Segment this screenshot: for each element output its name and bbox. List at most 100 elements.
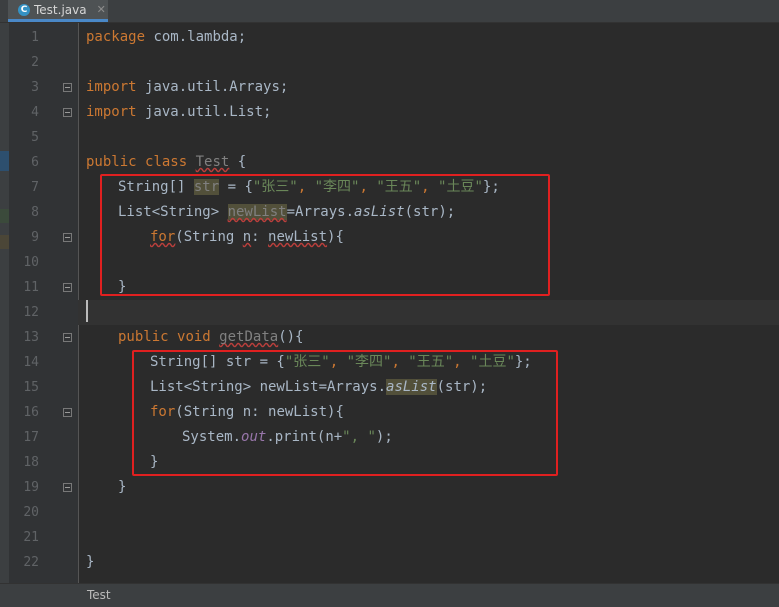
string-literal: "土豆" — [438, 179, 483, 195]
static-field: out — [241, 429, 267, 445]
comma: , — [329, 354, 347, 370]
variable: n — [242, 229, 252, 245]
keyword: public — [86, 154, 137, 170]
code-text: (String n: newList){ — [175, 404, 344, 420]
fold-icon[interactable] — [63, 408, 72, 417]
code-line-3: import java.util.Arrays; — [78, 75, 779, 100]
string-literal: "李四" — [346, 354, 392, 370]
editor-tab-bar: C Test.java ✕ — [0, 0, 779, 23]
variable: newList — [268, 229, 328, 245]
line-number: 16 — [23, 405, 39, 420]
line-number: 4 — [31, 105, 39, 120]
code-text: com.lambda; — [145, 29, 247, 45]
code-text: String[] — [118, 179, 194, 195]
fold-icon[interactable] — [63, 483, 72, 492]
code-text: (str); — [436, 379, 488, 395]
keyword: package — [86, 29, 146, 45]
code-text: (str); — [404, 204, 456, 220]
string-literal: "王五" — [376, 179, 422, 195]
code-text: String[] str = { — [150, 354, 285, 370]
line-number: 22 — [23, 555, 39, 570]
code-line-11: } — [78, 275, 779, 300]
line-number: 15 — [23, 380, 39, 395]
code-line-18: } — [78, 450, 779, 475]
code-text: }; — [482, 179, 500, 195]
code-line-7: String[] str = {"张三", "李四", "王五", "土豆"}; — [78, 175, 779, 200]
fold-icon[interactable] — [63, 108, 72, 117]
code-line-22: } — [78, 550, 779, 575]
closing-brace: } — [150, 454, 159, 470]
code-line-12-current — [78, 300, 779, 325]
code-text: List<String> newList=Arrays. — [150, 379, 387, 395]
comma: , — [453, 354, 471, 370]
static-method: asList — [386, 379, 437, 395]
variable-unused: newList — [227, 204, 287, 220]
code-text: = { — [219, 179, 253, 195]
java-class-icon: C — [18, 3, 30, 16]
code-line-6: public class Test { — [78, 150, 779, 175]
line-number: 7 — [31, 180, 39, 195]
line-number: 14 — [23, 355, 39, 370]
line-number: 9 — [31, 230, 39, 245]
line-number: 13 — [23, 330, 39, 345]
structure-marker — [0, 151, 9, 171]
line-number: 19 — [23, 480, 39, 495]
comma: , — [391, 354, 409, 370]
code-text: java.util.Arrays; — [136, 79, 289, 95]
fold-icon[interactable] — [63, 333, 72, 342]
line-number: 20 — [23, 505, 39, 520]
keyword: class — [145, 154, 188, 170]
comma: , — [421, 179, 439, 195]
line-number: 5 — [31, 130, 39, 145]
string-literal: "李四" — [314, 179, 360, 195]
code-line-4: import java.util.List; — [78, 100, 779, 125]
comma: , — [297, 179, 315, 195]
static-method: asList — [354, 204, 405, 220]
line-number: 8 — [31, 205, 39, 220]
fold-icon[interactable] — [63, 283, 72, 292]
change-marker — [0, 209, 9, 223]
line-number: 12 — [23, 305, 39, 320]
line-number: 3 — [31, 80, 39, 95]
code-text: java.util.List; — [136, 104, 272, 120]
code-text: { — [229, 154, 247, 170]
line-number: 11 — [23, 280, 39, 295]
code-line-14: String[] str = {"张三", "李四", "王五", "土豆"}; — [78, 350, 779, 375]
change-marker — [0, 235, 9, 249]
tab-title: Test.java — [34, 2, 87, 17]
class-name: Test — [195, 154, 230, 170]
code-line-13: public void getData(){ — [78, 325, 779, 350]
code-text: =Arrays. — [286, 204, 355, 220]
string-literal: "王五" — [408, 354, 454, 370]
line-number: 17 — [23, 430, 39, 445]
fold-icon[interactable] — [63, 233, 72, 242]
string-literal: "张三" — [284, 354, 330, 370]
keyword: void — [177, 329, 211, 345]
tab-test-java[interactable]: C Test.java ✕ — [8, 0, 108, 22]
closing-brace: } — [118, 279, 127, 295]
line-number: 6 — [31, 155, 39, 170]
line-number: 10 — [23, 255, 39, 270]
code-line-19: } — [78, 475, 779, 500]
fold-icon[interactable] — [63, 83, 72, 92]
close-icon[interactable]: ✕ — [97, 3, 106, 16]
code-text: .print(n+ — [266, 429, 343, 445]
keyword: import — [86, 79, 137, 95]
line-number: 1 — [31, 30, 39, 45]
code-line-9: for(String n: newList){ — [78, 225, 779, 250]
comma: , — [359, 179, 377, 195]
string-literal: "土豆" — [470, 354, 515, 370]
breadcrumb[interactable]: Test — [87, 588, 111, 602]
code-text: }; — [514, 354, 532, 370]
code-line-8: List<String> newList=Arrays.asList(str); — [78, 200, 779, 225]
keyword: for — [150, 229, 176, 245]
closing-brace: } — [86, 554, 95, 570]
line-number: 18 — [23, 455, 39, 470]
code-text: (String — [175, 229, 243, 245]
keyword: public — [118, 329, 169, 345]
code-text: (){ — [278, 329, 304, 345]
left-tool-strip — [0, 23, 9, 583]
code-text: List<String> — [118, 204, 228, 220]
code-line-16: for(String n: newList){ — [78, 400, 779, 425]
line-number: 2 — [31, 55, 39, 70]
